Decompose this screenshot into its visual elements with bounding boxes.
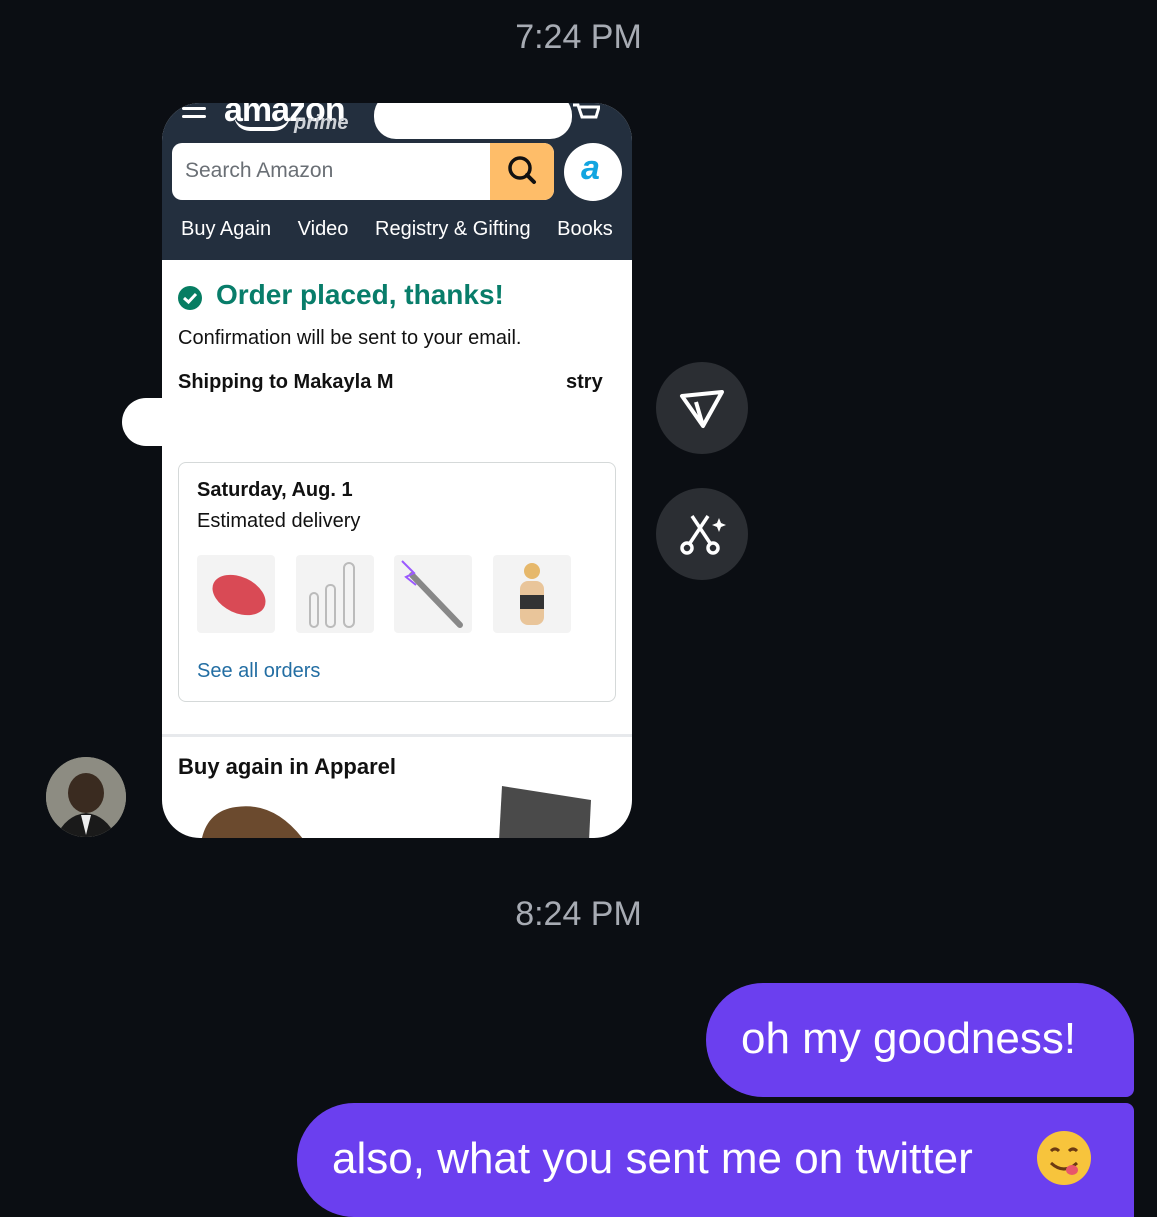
search-bar[interactable]: Search Amazon xyxy=(172,143,554,200)
alexa-icon: a xyxy=(581,149,600,187)
product-thumbnail[interactable] xyxy=(197,555,275,633)
send-icon xyxy=(680,390,724,428)
shipping-text-end: stry xyxy=(566,371,603,393)
nav-video[interactable]: Video xyxy=(298,218,349,240)
see-all-orders-link[interactable]: See all orders xyxy=(197,660,320,683)
menu-icon xyxy=(182,107,206,121)
forward-button[interactable] xyxy=(656,362,748,454)
cart-icon xyxy=(573,103,600,119)
nav-registry[interactable]: Registry & Gifting xyxy=(375,218,531,240)
nav-books[interactable]: Books xyxy=(557,218,613,240)
boot-image-icon xyxy=(202,806,303,838)
product-image-icon xyxy=(520,563,544,625)
nav-buy-again[interactable]: Buy Again xyxy=(181,218,271,240)
buy-again-heading: Buy again in Apparel xyxy=(178,754,397,779)
scissors-sparkle-icon xyxy=(680,515,726,555)
redaction xyxy=(374,103,572,139)
message-bubble-outgoing[interactable]: oh my goodness! xyxy=(706,983,1134,1097)
message-text: oh my goodness! xyxy=(741,1014,1077,1063)
product-image-icon xyxy=(309,562,355,628)
cutout-button[interactable] xyxy=(656,488,748,580)
redaction xyxy=(406,365,556,395)
avatar-image-icon xyxy=(46,757,126,837)
product-thumbnail[interactable] xyxy=(296,555,374,633)
sock-image-icon xyxy=(499,786,591,838)
product-thumbnail[interactable] xyxy=(394,555,472,633)
delivery-card[interactable]: Saturday, Aug. 1 Estimated delivery See … xyxy=(178,462,616,702)
yum-emoji-icon xyxy=(1037,1131,1091,1185)
search-button[interactable] xyxy=(490,143,554,200)
check-icon xyxy=(178,286,202,310)
alexa-button[interactable]: a xyxy=(564,143,622,201)
prime-logo: prime xyxy=(294,112,349,134)
search-input[interactable]: Search Amazon xyxy=(185,159,333,183)
shared-screenshot[interactable]: amazon prime Search Amazon a Buy Again V… xyxy=(162,103,632,838)
message-text: also, what you sent me on twitter xyxy=(332,1134,973,1183)
amazon-smile-icon xyxy=(234,115,290,131)
avatar[interactable] xyxy=(46,757,126,837)
timestamp: 7:24 PM xyxy=(515,18,642,56)
delivery-date: Saturday, Aug. 1 xyxy=(197,479,353,501)
nav-row: Buy Again Video Registry & Gifting Books… xyxy=(181,218,632,241)
timestamp: 8:24 PM xyxy=(515,895,642,933)
product-thumbnail[interactable] xyxy=(493,555,571,633)
redaction xyxy=(122,398,212,446)
order-title: Order placed, thanks! xyxy=(216,279,504,310)
product-image-icon xyxy=(401,560,463,628)
product-image-icon xyxy=(212,574,266,616)
delivery-label: Estimated delivery xyxy=(197,510,361,532)
divider xyxy=(162,734,632,737)
confirmation-text: Confirmation will be sent to your email. xyxy=(178,327,522,349)
search-icon xyxy=(508,156,536,184)
